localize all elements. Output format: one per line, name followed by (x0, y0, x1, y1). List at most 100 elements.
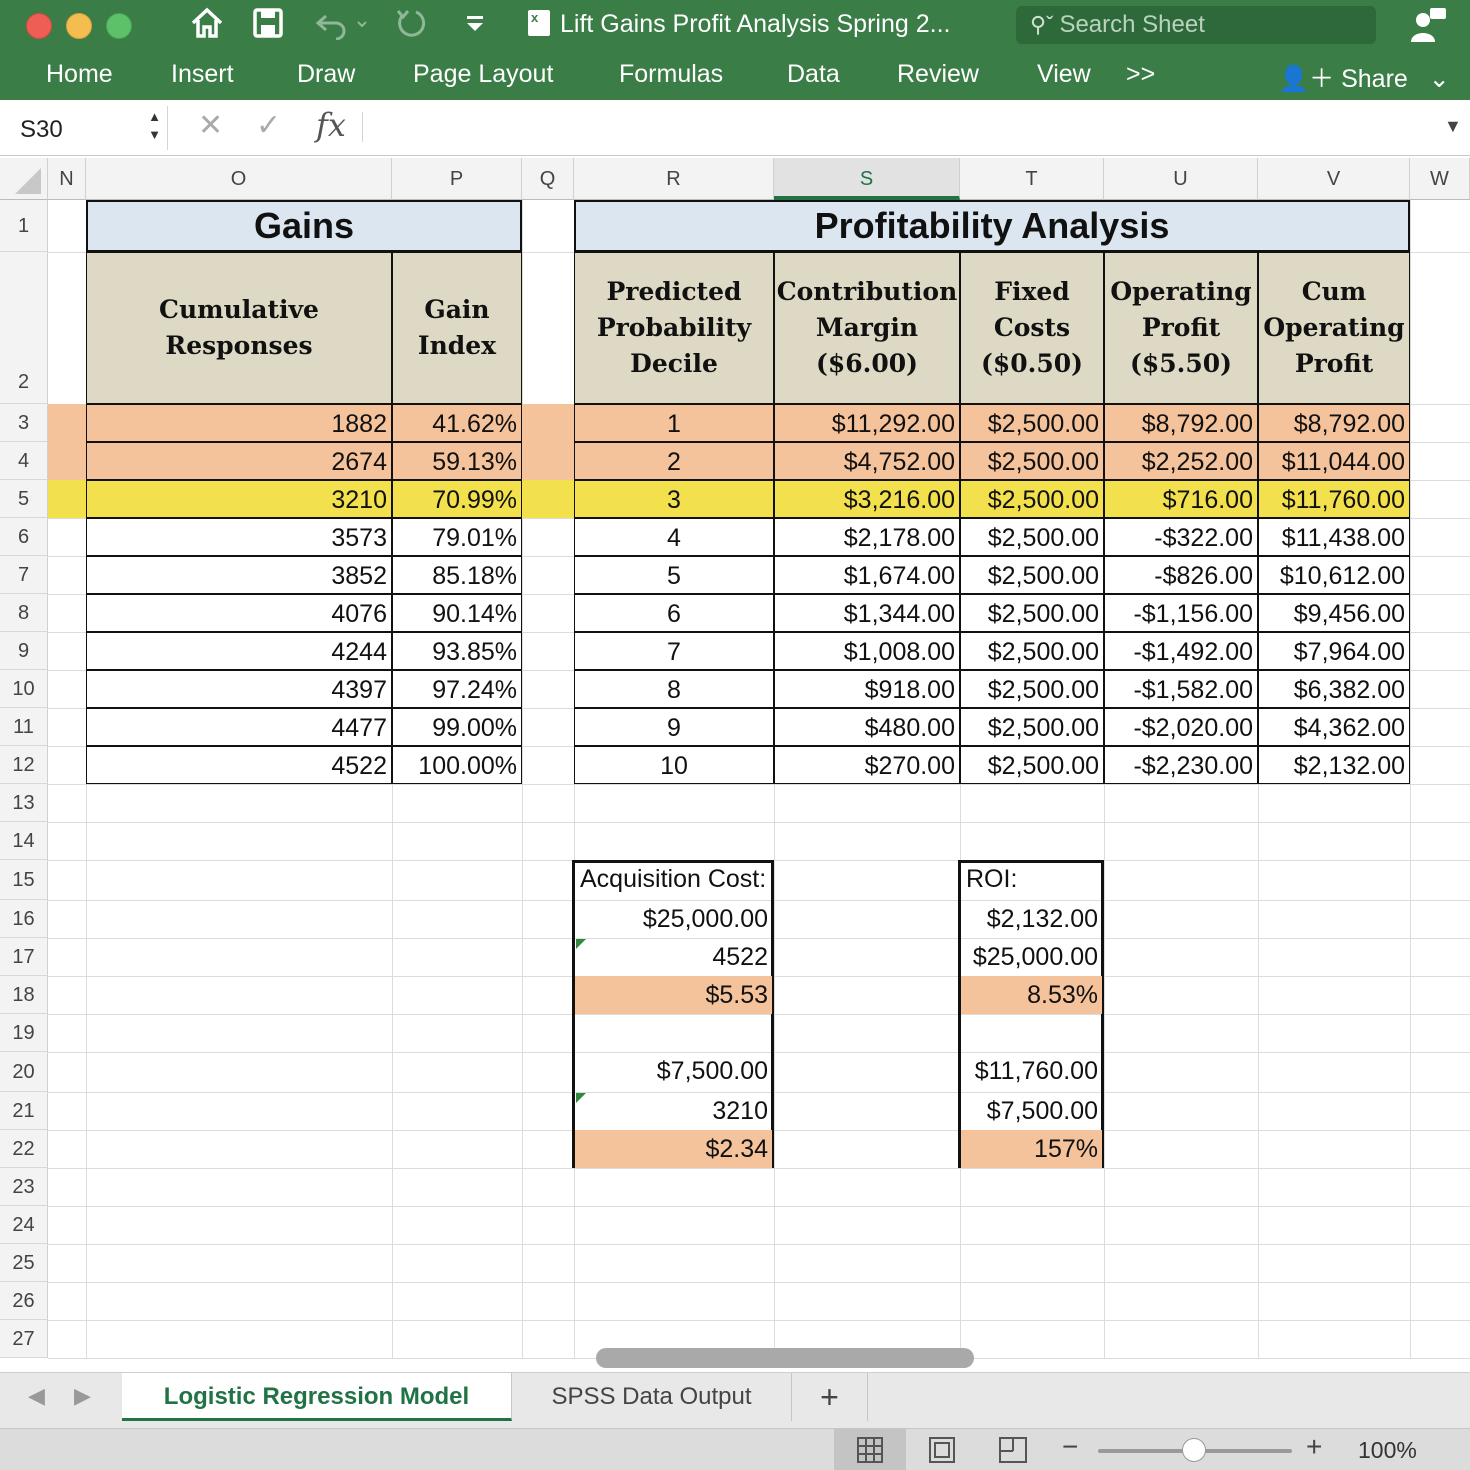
contribution-margin-cell[interactable]: $11,292.00 (774, 404, 960, 442)
acquisition-cost-label[interactable]: Acquisition Cost: (574, 860, 774, 900)
row-header-20[interactable]: 20 (0, 1052, 48, 1092)
roi-label[interactable]: ROI: (960, 860, 1104, 900)
profitability-title[interactable]: Profitability Analysis (574, 200, 1410, 252)
gain-index-cell[interactable]: 97.24% (392, 670, 522, 708)
more-tabs-button[interactable]: >> (1126, 60, 1155, 89)
gain-index-cell[interactable]: 79.01% (392, 518, 522, 556)
roi-value-cell[interactable]: 8.53% (961, 976, 1102, 1014)
gain-index-cell[interactable]: 100.00% (392, 746, 522, 784)
undo-icon[interactable] (314, 6, 370, 40)
operating-profit-cell[interactable]: -$1,582.00 (1104, 670, 1258, 708)
share-button[interactable]: 👤＋ Share ⌄ (1278, 59, 1450, 95)
scroll-left-icon[interactable]: ◀ (28, 1383, 45, 1409)
acquisition-cost-value-cell[interactable]: 4522 (575, 938, 772, 976)
contribution-margin-cell[interactable]: $480.00 (774, 708, 960, 746)
row-header-2[interactable]: 2 (0, 252, 48, 404)
column-header-o[interactable]: O (86, 158, 392, 200)
cumulative-responses-cell[interactable]: 4522 (86, 746, 392, 784)
row-header-6[interactable]: 6 (0, 518, 48, 556)
home-icon[interactable] (190, 6, 224, 40)
row-header-10[interactable]: 10 (0, 670, 48, 708)
search-box[interactable]: ⚲ˇ (1016, 6, 1376, 44)
predicted-probability-decile-cell[interactable]: 10 (574, 746, 774, 784)
cum-operating-profit-cell[interactable]: $10,612.00 (1258, 556, 1410, 594)
fixed-costs-cell[interactable]: $2,500.00 (960, 480, 1104, 518)
cum-operating-profit-cell[interactable]: $7,964.00 (1258, 632, 1410, 670)
cumulative-responses-cell[interactable]: 1882 (86, 404, 392, 442)
predicted-probability-decile-cell[interactable]: 2 (574, 442, 774, 480)
row-header-8[interactable]: 8 (0, 594, 48, 632)
acquisition-cost-value-cell[interactable]: $25,000.00 (575, 900, 772, 938)
tab-view[interactable]: View (1037, 60, 1091, 89)
row-header-13[interactable]: 13 (0, 784, 48, 822)
sheet-tab-logistic-regression[interactable]: Logistic Regression Model (122, 1373, 512, 1421)
cum-operating-profit-cell[interactable]: $11,044.00 (1258, 442, 1410, 480)
cum-operating-profit-cell[interactable]: $11,438.00 (1258, 518, 1410, 556)
row-header-12[interactable]: 12 (0, 746, 48, 784)
column-header-q[interactable]: Q (522, 158, 574, 200)
account-icon[interactable] (1408, 6, 1448, 51)
cumulative-responses-cell[interactable]: 2674 (86, 442, 392, 480)
column-header-r[interactable]: R (574, 158, 774, 200)
column-header-w[interactable]: W (1410, 158, 1470, 200)
save-icon[interactable] (252, 6, 284, 40)
minimize-window-button[interactable] (66, 13, 92, 39)
row-header-9[interactable]: 9 (0, 632, 48, 670)
fixed-costs-cell[interactable]: $2,500.00 (960, 632, 1104, 670)
tab-page-layout[interactable]: Page Layout (413, 60, 553, 89)
roi-value-cell[interactable]: $2,132.00 (961, 900, 1102, 938)
operating-profit-cell[interactable]: -$2,020.00 (1104, 708, 1258, 746)
select-all-corner[interactable] (0, 158, 48, 200)
predicted-probability-decile-cell[interactable]: 8 (574, 670, 774, 708)
confirm-icon[interactable]: ✓ (256, 108, 281, 143)
row-header-17[interactable]: 17 (0, 938, 48, 976)
column-header-p[interactable]: P (392, 158, 522, 200)
redo-icon[interactable] (394, 6, 428, 40)
roi-value-cell[interactable]: $25,000.00 (961, 938, 1102, 976)
column-header-u[interactable]: U (1104, 158, 1258, 200)
tab-insert[interactable]: Insert (171, 60, 234, 89)
add-sheet-button[interactable]: + (792, 1373, 868, 1421)
cum-operating-profit-cell[interactable]: $8,792.00 (1258, 404, 1410, 442)
roi-value-cell[interactable]: $11,760.00 (961, 1052, 1102, 1092)
cum-operating-profit-cell[interactable]: $4,362.00 (1258, 708, 1410, 746)
gain-index-cell[interactable]: 41.62% (392, 404, 522, 442)
gain-index-cell[interactable]: 99.00% (392, 708, 522, 746)
roi-value-cell[interactable]: 157% (961, 1130, 1102, 1168)
error-indicator-icon[interactable] (576, 939, 586, 949)
gain-index-cell[interactable]: 70.99% (392, 480, 522, 518)
name-box-stepper[interactable]: ▲ ▼ (148, 108, 161, 144)
fixed-costs-cell[interactable]: $2,500.00 (960, 708, 1104, 746)
contribution-margin-cell[interactable]: $2,178.00 (774, 518, 960, 556)
operating-profit-cell[interactable]: $2,252.00 (1104, 442, 1258, 480)
contribution-margin-cell[interactable]: $270.00 (774, 746, 960, 784)
cumulative-responses-cell[interactable]: 4397 (86, 670, 392, 708)
roi-value-cell[interactable] (961, 1014, 1102, 1052)
profit-header-operating-profit[interactable]: Operating Profit ($5.50) (1104, 252, 1258, 404)
operating-profit-cell[interactable]: -$826.00 (1104, 556, 1258, 594)
profit-header-cum-operating-profit[interactable]: Cum Operating Profit (1258, 252, 1410, 404)
predicted-probability-decile-cell[interactable]: 4 (574, 518, 774, 556)
tab-data[interactable]: Data (787, 60, 840, 89)
column-header-v[interactable]: V (1258, 158, 1410, 200)
page-break-view-icon[interactable] (978, 1429, 1050, 1470)
cumulative-responses-cell[interactable]: 4477 (86, 708, 392, 746)
column-header-t[interactable]: T (960, 158, 1104, 200)
tab-review[interactable]: Review (897, 60, 979, 89)
row-header-26[interactable]: 26 (0, 1282, 48, 1320)
contribution-margin-cell[interactable]: $3,216.00 (774, 480, 960, 518)
row-header-15[interactable]: 15 (0, 860, 48, 900)
gains-header-gain-index[interactable]: Gain Index (392, 252, 522, 404)
horizontal-scrollbar[interactable] (596, 1348, 974, 1368)
operating-profit-cell[interactable]: $716.00 (1104, 480, 1258, 518)
contribution-margin-cell[interactable]: $4,752.00 (774, 442, 960, 480)
cum-operating-profit-cell[interactable]: $11,760.00 (1258, 480, 1410, 518)
roi-value-cell[interactable]: $7,500.00 (961, 1092, 1102, 1130)
scroll-right-icon[interactable]: ▶ (74, 1383, 91, 1409)
column-header-n[interactable]: N (48, 158, 86, 200)
fixed-costs-cell[interactable]: $2,500.00 (960, 670, 1104, 708)
contribution-margin-cell[interactable]: $1,674.00 (774, 556, 960, 594)
zoom-out-icon[interactable]: − (1062, 1431, 1078, 1463)
cumulative-responses-cell[interactable]: 4244 (86, 632, 392, 670)
spreadsheet-grid[interactable]: N O P Q R S T U V W 1 2 3 4 5 6 7 8 9 10 11 12 13 14 15 16 17 18 19 2… (0, 158, 1470, 1370)
